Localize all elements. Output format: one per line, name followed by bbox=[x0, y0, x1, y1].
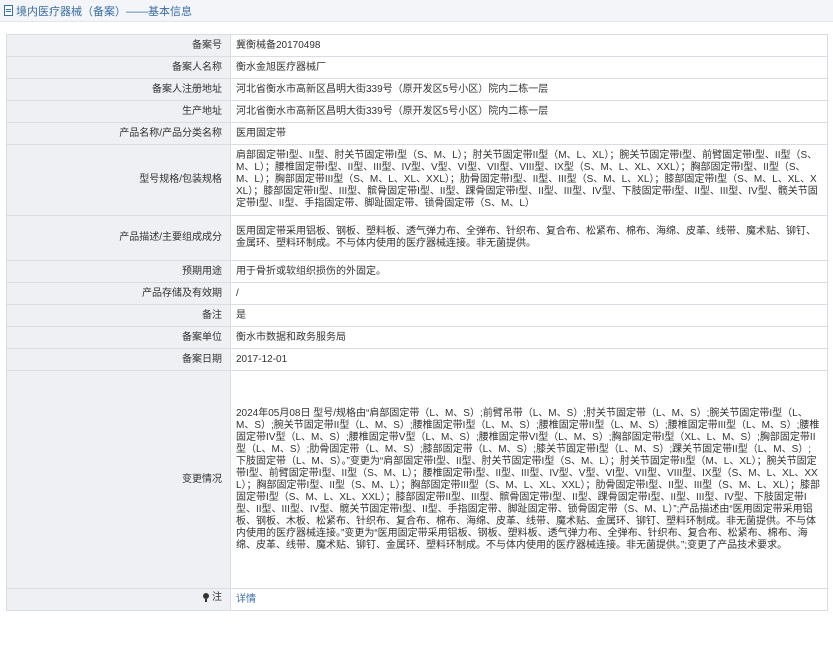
table-row: 备案日期 2017-12-01 bbox=[6, 348, 828, 371]
table-row: 型号规格/包装规格 肩部固定带I型、II型、肘关节固定带I型（S、M、L）；肘关… bbox=[6, 144, 828, 216]
field-label: 变更情况 bbox=[6, 370, 231, 589]
field-value: 衡水金旭医疗器械厂 bbox=[230, 56, 828, 79]
table-row: 变更情况 2024年05月08日 型号/规格由“肩部固定带（L、M、S）;前臂吊… bbox=[6, 370, 828, 589]
note-label-text: 注 bbox=[212, 592, 222, 603]
table-row: 预期用途 用于骨折或软组织损伤的外固定。 bbox=[6, 260, 828, 283]
table-row: 备案人注册地址 河北省衡水市高新区昌明大街339号（原开发区5号小区）院内二栋一… bbox=[6, 78, 828, 101]
field-value: 医用固定带 bbox=[230, 122, 828, 145]
note-value-cell: 详情 bbox=[230, 588, 828, 611]
field-label: 生产地址 bbox=[6, 100, 231, 123]
field-label: 备案单位 bbox=[6, 326, 231, 349]
field-value: 河北省衡水市高新区昌明大街339号（原开发区5号小区）院内二栋一层 bbox=[230, 78, 828, 101]
field-label: 型号规格/包装规格 bbox=[6, 144, 231, 216]
field-value: 医用固定带采用铝板、钢板、塑料板、透气弹力布、全弹布、针织布、复合布、松紧布、棉… bbox=[230, 215, 828, 261]
page-header: 境内医疗器械（备案）——基本信息 bbox=[0, 0, 833, 22]
document-icon bbox=[4, 5, 13, 16]
field-value: 肩部固定带I型、II型、肘关节固定带I型（S、M、L）；肘关节固定带II型（M、… bbox=[230, 144, 828, 216]
field-value: 用于骨折或软组织损伤的外固定。 bbox=[230, 260, 828, 283]
page-title: 境内医疗器械（备案）——基本信息 bbox=[16, 5, 192, 18]
note-label: 注 bbox=[202, 592, 222, 604]
table-row: 备案号 冀衡械备20170498 bbox=[6, 34, 828, 57]
field-label: 备案号 bbox=[6, 34, 231, 57]
field-label: 备案人名称 bbox=[6, 56, 231, 79]
field-label: 备注 bbox=[6, 304, 231, 327]
detail-link[interactable]: 详情 bbox=[236, 594, 256, 605]
info-table: 备案号 冀衡械备20170498 备案人名称 衡水金旭医疗器械厂 备案人注册地址… bbox=[6, 34, 828, 611]
field-value: 2017-12-01 bbox=[230, 348, 828, 371]
table-row: 产品存储及有效期 / bbox=[6, 282, 828, 305]
table-row: 备注 是 bbox=[6, 304, 828, 327]
field-value: 是 bbox=[230, 304, 828, 327]
note-label-cell: 注 bbox=[6, 588, 231, 611]
field-label: 预期用途 bbox=[6, 260, 231, 283]
field-value: 2024年05月08日 型号/规格由“肩部固定带（L、M、S）;前臂吊带（L、M… bbox=[230, 370, 828, 589]
table-row: 备案单位 衡水市数据和政务服务局 bbox=[6, 326, 828, 349]
table-row: 产品描述/主要组成成分 医用固定带采用铝板、钢板、塑料板、透气弹力布、全弹布、针… bbox=[6, 215, 828, 261]
table-row: 备案人名称 衡水金旭医疗器械厂 bbox=[6, 56, 828, 79]
page: 境内医疗器械（备案）——基本信息 备案号 冀衡械备20170498 备案人名称 … bbox=[0, 0, 833, 650]
lightbulb-icon bbox=[202, 593, 210, 603]
table-row: 生产地址 河北省衡水市高新区昌明大街339号（原开发区5号小区）院内二栋一层 bbox=[6, 100, 828, 123]
table-row: 注 详情 bbox=[6, 588, 828, 611]
field-value: 冀衡械备20170498 bbox=[230, 34, 828, 57]
field-value: / bbox=[230, 282, 828, 305]
field-label: 备案人注册地址 bbox=[6, 78, 231, 101]
field-label: 产品名称/产品分类名称 bbox=[6, 122, 231, 145]
field-label: 备案日期 bbox=[6, 348, 231, 371]
field-label: 产品描述/主要组成成分 bbox=[6, 215, 231, 261]
field-value: 河北省衡水市高新区昌明大街339号（原开发区5号小区）院内二栋一层 bbox=[230, 100, 828, 123]
field-value: 衡水市数据和政务服务局 bbox=[230, 326, 828, 349]
field-label: 产品存储及有效期 bbox=[6, 282, 231, 305]
table-row: 产品名称/产品分类名称 医用固定带 bbox=[6, 122, 828, 145]
